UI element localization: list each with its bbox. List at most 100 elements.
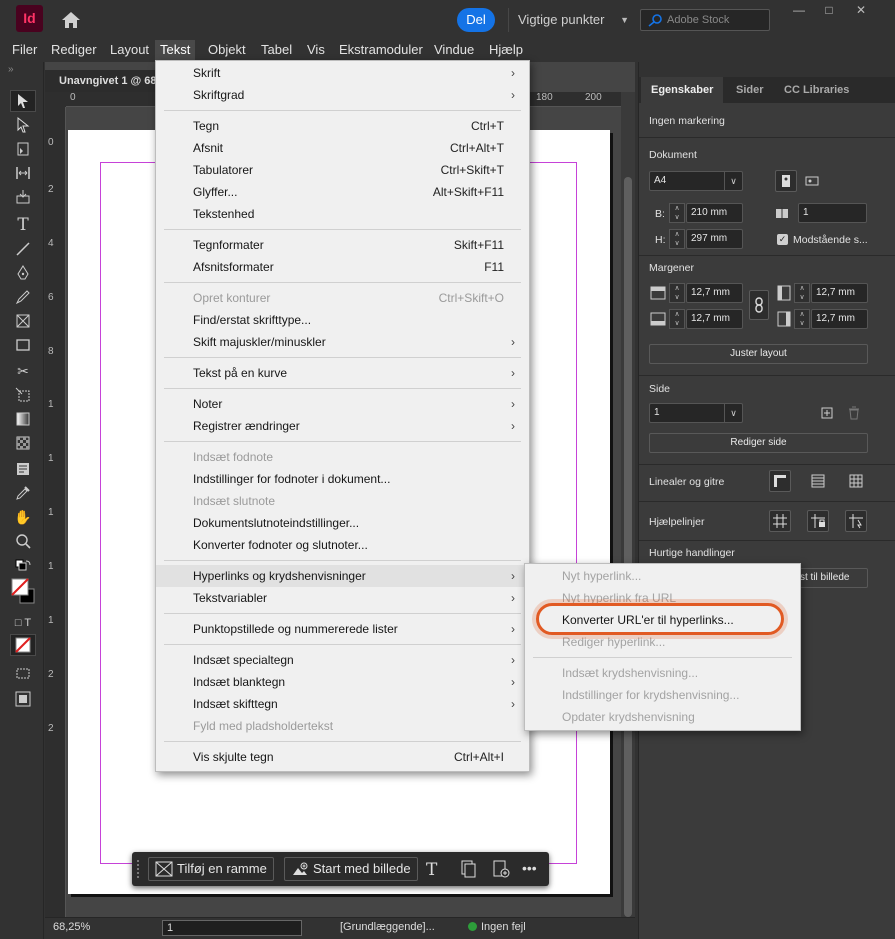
gradient-swatch-tool-icon[interactable] xyxy=(10,408,36,430)
menu-ekstramoduler[interactable]: Ekstramoduler xyxy=(334,40,428,60)
menu-item-tekstvariabler[interactable]: Tekstvariabler › xyxy=(156,587,529,609)
menu-item-skifttegn[interactable]: Indsæt skifttegn › xyxy=(156,693,529,715)
show-guides-icon[interactable] xyxy=(769,510,791,532)
height-field[interactable]: 297 mm xyxy=(686,229,743,249)
fill-stroke-swatch[interactable] xyxy=(10,576,36,608)
menu-item-konverter-noter[interactable]: Konverter fodnoter og slutnoter... xyxy=(156,534,529,556)
minimize-icon[interactable]: — xyxy=(784,0,814,20)
gap-tool-icon[interactable] xyxy=(10,162,36,184)
margin-bottom-field[interactable]: 12,7 mm xyxy=(686,309,743,329)
adobe-stock-search[interactable]: Adobe Stock xyxy=(640,9,770,31)
menu-item-tekst-paa-kurve[interactable]: Tekst på en kurve › xyxy=(156,362,529,384)
menu-item-afsnit[interactable]: Afsnit Ctrl+Alt+T xyxy=(156,137,529,159)
eyedropper-tool-icon[interactable] xyxy=(10,482,36,504)
landscape-orientation-icon[interactable] xyxy=(801,170,823,192)
gradient-feather-tool-icon[interactable] xyxy=(10,432,36,454)
menu-item-fodnote-indstillinger[interactable]: Indstillinger for fodnoter i dokument... xyxy=(156,468,529,490)
tab-properties[interactable]: Egenskaber xyxy=(641,77,724,103)
direct-selection-tool-icon[interactable] xyxy=(10,114,36,136)
menu-hjaelp[interactable]: Hjælp xyxy=(484,40,528,60)
note-tool-icon[interactable] xyxy=(10,458,36,480)
document-tab[interactable]: Unavngivet 1 @ 68 xyxy=(45,70,165,92)
menu-item-afsnitsformater[interactable]: Afsnitsformater F11 xyxy=(156,256,529,278)
hand-tool-icon[interactable]: ✋ xyxy=(10,506,36,528)
menu-layout[interactable]: Layout xyxy=(105,40,154,60)
menu-item-lister[interactable]: Punktopstillede og nummererede lister › xyxy=(156,618,529,640)
margin-top-stepper[interactable]: ∧ ∨ xyxy=(669,283,685,303)
more-options-icon[interactable]: ••• xyxy=(522,860,542,878)
preflight-status[interactable]: Ingen fejl xyxy=(468,921,526,933)
default-colors-icon[interactable] xyxy=(10,556,36,578)
menu-vindue[interactable]: Vindue xyxy=(429,40,479,60)
formatting-affects-icon[interactable]: □ T xyxy=(10,612,36,634)
delete-page-icon[interactable] xyxy=(843,402,865,424)
menu-item-skift-majuskler[interactable]: Skift majuskler/minuskler › xyxy=(156,331,529,353)
panel-collapse-icon[interactable]: » xyxy=(8,64,14,75)
rectangle-frame-tool-icon[interactable] xyxy=(10,310,36,332)
start-with-image-button[interactable]: Start med billede xyxy=(284,857,418,881)
menu-filer[interactable]: Filer xyxy=(7,40,42,60)
width-stepper[interactable]: ∧ ∨ xyxy=(669,203,685,223)
zoom-tool-icon[interactable] xyxy=(10,530,36,552)
menu-item-skrift[interactable]: Skrift › xyxy=(156,62,529,84)
menu-tabel[interactable]: Tabel xyxy=(256,40,297,60)
menu-tekst[interactable]: Tekst xyxy=(155,40,196,60)
menu-item-glyffer[interactable]: Glyffer... Alt+Skift+F11 xyxy=(156,181,529,203)
margin-right-stepper[interactable]: ∧ ∨ xyxy=(794,309,810,329)
height-stepper[interactable]: ∧ ∨ xyxy=(669,229,685,249)
close-icon[interactable]: ✕ xyxy=(846,0,876,20)
margin-top-field[interactable]: 12,7 mm xyxy=(686,283,743,303)
menu-rediger[interactable]: Rediger xyxy=(46,40,102,60)
vertical-ruler[interactable]: 0 2 4 6 8 1 1 1 1 1 2 2 xyxy=(45,107,66,917)
pencil-tool-icon[interactable] xyxy=(10,286,36,308)
pages-count-field[interactable]: 1 xyxy=(798,203,867,223)
menu-item-noter[interactable]: Noter › xyxy=(156,393,529,415)
add-page-icon[interactable] xyxy=(816,402,838,424)
line-tool-icon[interactable] xyxy=(10,238,36,260)
tab-pages[interactable]: Sider xyxy=(726,77,774,103)
menu-objekt[interactable]: Objekt xyxy=(203,40,251,60)
tab-cc-libraries[interactable]: CC Libraries xyxy=(774,77,859,103)
margin-left-stepper[interactable]: ∧ ∨ xyxy=(794,283,810,303)
type-tool-icon[interactable]: T xyxy=(10,214,36,236)
home-icon[interactable] xyxy=(60,10,82,30)
document-grid-icon[interactable] xyxy=(845,470,867,492)
facing-pages-checkbox[interactable]: ✓ xyxy=(777,234,788,245)
view-mode-icon[interactable] xyxy=(10,662,36,684)
add-frame-button[interactable]: Tilføj en ramme xyxy=(148,857,274,881)
adjust-layout-button[interactable]: Juster layout xyxy=(649,344,868,364)
menu-item-slutnote-indstillinger[interactable]: Dokumentslutnoteindstillinger... xyxy=(156,512,529,534)
smart-guides-icon[interactable] xyxy=(845,510,867,532)
rectangle-tool-icon[interactable] xyxy=(10,334,36,356)
page-tool-icon[interactable] xyxy=(10,138,36,160)
menu-item-blanktegn[interactable]: Indsæt blanktegn › xyxy=(156,671,529,693)
menu-item-tegn[interactable]: Tegn Ctrl+T xyxy=(156,115,529,137)
edit-page-button[interactable]: Rediger side xyxy=(649,433,868,453)
ruler-origin[interactable] xyxy=(45,92,66,107)
vertical-scrollbar[interactable] xyxy=(621,92,635,917)
link-margins-icon[interactable] xyxy=(749,290,769,320)
apply-none-icon[interactable] xyxy=(10,634,36,656)
menu-item-tabulatorer[interactable]: Tabulatorer Ctrl+Skift+T xyxy=(156,159,529,181)
page-number-field[interactable]: 1 xyxy=(162,920,302,936)
restore-icon[interactable]: □ xyxy=(814,0,844,20)
lock-guides-icon[interactable] xyxy=(807,510,829,532)
menu-item-vis-skjulte-tegn[interactable]: Vis skjulte tegn Ctrl+Alt+I xyxy=(156,746,529,768)
page-size-preset[interactable]: A4 ∨ xyxy=(649,171,743,191)
margin-right-field[interactable]: 12,7 mm xyxy=(811,309,868,329)
portrait-orientation-icon[interactable] xyxy=(775,170,797,192)
width-field[interactable]: 210 mm xyxy=(686,203,743,223)
menu-item-hyperlinks[interactable]: Hyperlinks og krydshenvisninger › xyxy=(156,565,529,587)
workspace-switcher[interactable]: Vigtige punkter ▼ xyxy=(508,8,633,32)
selection-tool-icon[interactable] xyxy=(10,90,36,112)
menu-item-tekstenhed[interactable]: Tekstenhed xyxy=(156,203,529,225)
margin-bottom-stepper[interactable]: ∧ ∨ xyxy=(669,309,685,329)
share-button[interactable]: Del xyxy=(457,8,495,32)
pen-tool-icon[interactable] xyxy=(10,262,36,284)
menu-vis[interactable]: Vis xyxy=(302,40,330,60)
text-frame-icon[interactable]: T xyxy=(426,860,446,880)
menu-item-specialtegn[interactable]: Indsæt specialtegn › xyxy=(156,649,529,671)
zoom-level[interactable]: 68,25% xyxy=(53,921,113,933)
menu-item-tegnformater[interactable]: Tegnformater Skift+F11 xyxy=(156,234,529,256)
pages-icon[interactable] xyxy=(458,860,478,878)
